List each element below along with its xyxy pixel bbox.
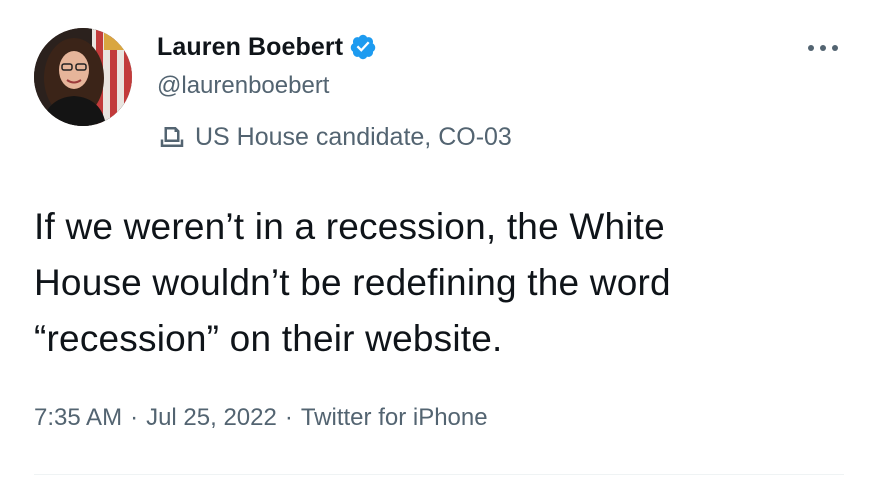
avatar-image — [34, 28, 132, 126]
tweet-metadata: 7:35 AM · Jul 25, 2022 · Twitter for iPh… — [34, 404, 488, 432]
display-name[interactable]: Lauren Boebert — [157, 33, 343, 62]
separator-dot: · — [130, 404, 139, 431]
author-handle[interactable]: @laurenboebert — [157, 72, 329, 100]
divider — [34, 474, 844, 475]
verified-badge-icon — [349, 33, 377, 61]
tweet-date[interactable]: Jul 25, 2022 — [146, 404, 277, 432]
account-label-text: US House candidate, CO-03 — [195, 122, 512, 151]
tweet-card: Lauren Boebert @laurenboebert US House c… — [0, 0, 875, 483]
avatar[interactable] — [34, 28, 132, 126]
tweet-source[interactable]: Twitter for iPhone — [301, 404, 488, 432]
more-dots-icon — [808, 45, 838, 51]
account-label: US House candidate, CO-03 — [157, 120, 512, 154]
ballot-box-icon — [157, 122, 187, 152]
tweet-text: If we weren’t in a recession, the White … — [34, 206, 671, 359]
author-name-row: Lauren Boebert — [157, 30, 377, 64]
tweet-time[interactable]: 7:35 AM — [34, 404, 122, 432]
separator-dot: · — [284, 404, 293, 431]
more-options-button[interactable] — [805, 34, 841, 62]
